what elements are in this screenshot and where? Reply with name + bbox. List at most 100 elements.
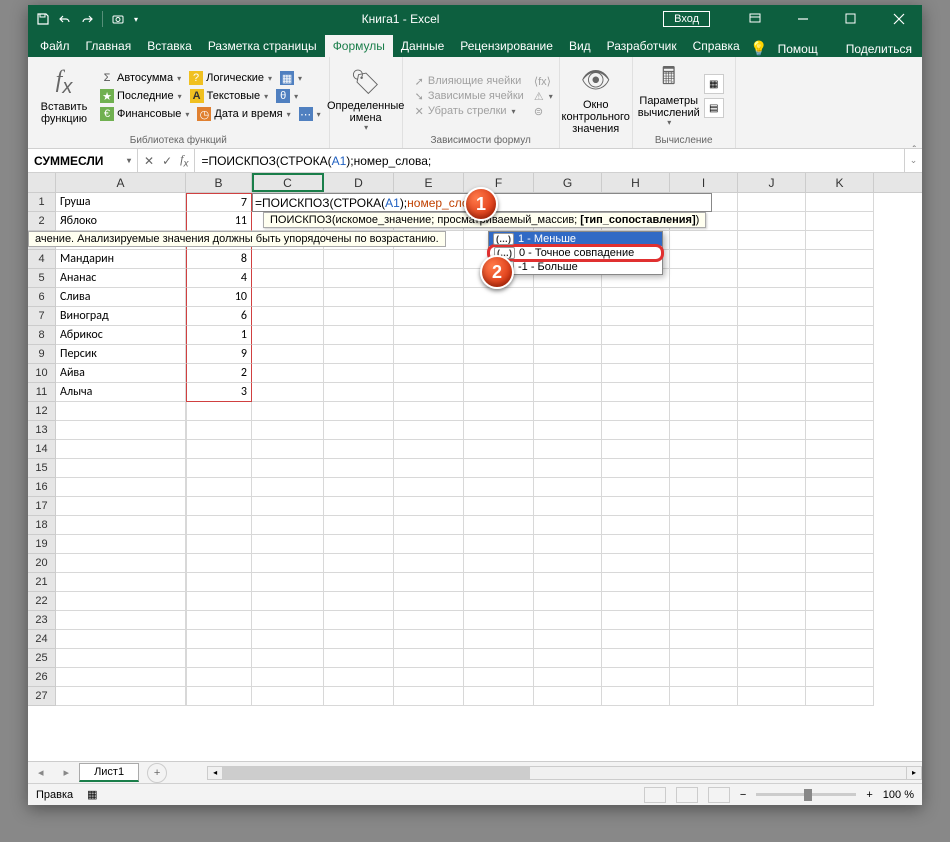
cell[interactable] (56, 687, 186, 706)
cell[interactable] (602, 478, 670, 497)
cell[interactable] (324, 459, 394, 478)
cell[interactable] (394, 250, 464, 269)
cell[interactable] (738, 630, 806, 649)
cell[interactable] (186, 592, 252, 611)
cell[interactable] (806, 212, 874, 231)
cell[interactable] (806, 288, 874, 307)
cell[interactable] (324, 345, 394, 364)
cell[interactable] (602, 459, 670, 478)
cell[interactable] (602, 497, 670, 516)
cell[interactable] (56, 554, 186, 573)
cell[interactable] (738, 573, 806, 592)
cell[interactable] (738, 497, 806, 516)
cell[interactable] (394, 364, 464, 383)
cell[interactable] (534, 592, 602, 611)
row-header[interactable]: 15 (28, 459, 56, 478)
dropdown-item-greater[interactable]: (…)-1 - Больше (489, 260, 662, 274)
column-header[interactable]: D (324, 173, 394, 192)
column-header[interactable]: C (252, 173, 324, 192)
tab-home[interactable]: Главная (78, 35, 140, 57)
insert-function-button[interactable]: fx Вставить функцию (34, 61, 94, 131)
cell[interactable] (464, 459, 534, 478)
logical-button[interactable]: ?Логические▾ (187, 70, 274, 86)
show-formulas-button[interactable]: ⟨fx⟩ (534, 75, 553, 88)
cell[interactable] (738, 383, 806, 402)
confirm-edit-icon[interactable]: ✓ (162, 154, 172, 168)
cell[interactable] (602, 554, 670, 573)
tab-data[interactable]: Данные (393, 35, 452, 57)
cell[interactable] (464, 383, 534, 402)
cell[interactable] (738, 212, 806, 231)
rows-container[interactable]: 1Груша72Яблоко1134Мандарин85Ананас46Слив… (28, 193, 922, 761)
undo-icon[interactable] (58, 12, 72, 26)
row-header[interactable]: 11 (28, 383, 56, 402)
cell[interactable] (670, 250, 738, 269)
cell[interactable] (806, 516, 874, 535)
row-header[interactable]: 19 (28, 535, 56, 554)
cell[interactable] (738, 269, 806, 288)
cell[interactable] (464, 630, 534, 649)
cell[interactable] (806, 250, 874, 269)
row-header[interactable]: 12 (28, 402, 56, 421)
cell[interactable] (252, 383, 324, 402)
cell[interactable] (324, 478, 394, 497)
cell[interactable] (602, 668, 670, 687)
calc-options-button[interactable]: 🖩 Параметры вычислений ▾ (639, 61, 699, 131)
cell[interactable] (534, 288, 602, 307)
column-header[interactable]: A (56, 173, 186, 192)
cell[interactable] (602, 535, 670, 554)
cell[interactable] (806, 668, 874, 687)
cell[interactable] (534, 668, 602, 687)
cell[interactable] (738, 668, 806, 687)
cell[interactable] (534, 383, 602, 402)
cell[interactable] (464, 687, 534, 706)
cell[interactable] (670, 269, 738, 288)
cell[interactable] (534, 573, 602, 592)
scroll-thumb[interactable] (223, 767, 530, 779)
cell[interactable] (464, 592, 534, 611)
tab-layout[interactable]: Разметка страницы (200, 35, 325, 57)
cell[interactable] (186, 611, 252, 630)
view-layout-button[interactable] (676, 787, 698, 803)
financial-button[interactable]: €Финансовые▾ (98, 106, 191, 122)
cell[interactable] (806, 630, 874, 649)
cell[interactable] (252, 421, 324, 440)
cell[interactable] (806, 421, 874, 440)
cancel-edit-icon[interactable]: ✕ (144, 154, 154, 168)
cell[interactable] (394, 307, 464, 326)
cell[interactable] (394, 440, 464, 459)
cell[interactable] (806, 554, 874, 573)
formula-input[interactable]: =ПОИСКПОЗ(СТРОКА(A1);номер_слова; (195, 149, 904, 172)
recent-button[interactable]: ★Последние▾ (98, 88, 184, 104)
cell[interactable] (670, 611, 738, 630)
cell[interactable] (394, 497, 464, 516)
cell[interactable] (186, 554, 252, 573)
cell[interactable] (806, 326, 874, 345)
tab-review[interactable]: Рецензирование (452, 35, 561, 57)
cell[interactable] (738, 231, 806, 250)
cell[interactable] (324, 687, 394, 706)
cell[interactable] (324, 307, 394, 326)
cell[interactable] (464, 516, 534, 535)
cell[interactable] (670, 440, 738, 459)
cell[interactable] (806, 269, 874, 288)
cell[interactable] (738, 535, 806, 554)
cell[interactable] (186, 573, 252, 592)
cell[interactable] (464, 668, 534, 687)
cell[interactable] (534, 440, 602, 459)
column-header[interactable]: H (602, 173, 670, 192)
cell[interactable] (324, 364, 394, 383)
namebox-dropdown-icon[interactable]: ▾ (127, 156, 131, 165)
cell[interactable]: 8 (186, 250, 252, 269)
cell[interactable] (738, 516, 806, 535)
cell[interactable]: 3 (186, 383, 252, 402)
cell[interactable] (324, 440, 394, 459)
cell[interactable] (806, 573, 874, 592)
row-header[interactable]: 27 (28, 687, 56, 706)
cell[interactable] (394, 326, 464, 345)
cell[interactable] (670, 364, 738, 383)
tell-me-input[interactable]: Помощ (778, 42, 818, 56)
column-header[interactable]: J (738, 173, 806, 192)
evaluate-button[interactable]: ⊜ (534, 105, 553, 118)
tab-developer[interactable]: Разработчик (599, 35, 685, 57)
